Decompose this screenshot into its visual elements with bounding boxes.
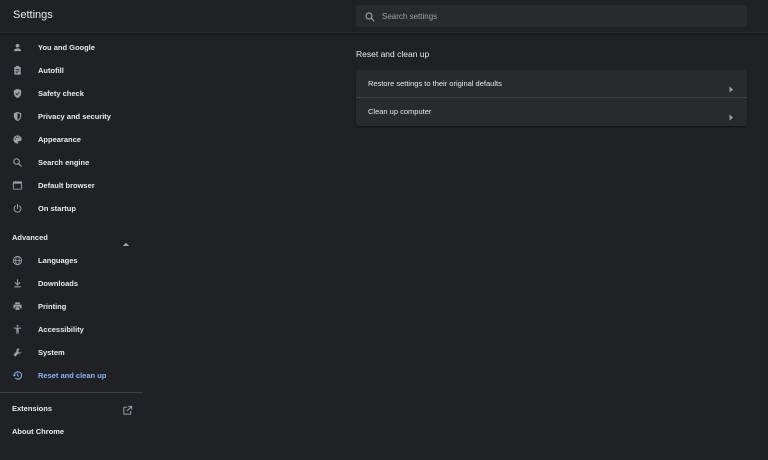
open-in-new-icon — [122, 403, 133, 415]
search-icon — [12, 157, 23, 168]
sidebar-item-label: Languages — [38, 256, 78, 265]
sidebar-item-label: Reset and clean up — [38, 371, 107, 380]
settings-app: Settings You and Google Autofill Sa — [0, 0, 768, 460]
sidebar-item-default-browser[interactable]: Default browser — [0, 174, 143, 197]
sidebar-item-reset-and-clean-up[interactable]: Reset and clean up — [0, 364, 143, 387]
sidebar-item-label: System — [38, 348, 65, 357]
extensions-label: Extensions — [12, 404, 53, 413]
sidebar-item-label: Privacy and security — [38, 112, 111, 121]
person-icon — [12, 42, 23, 53]
arrow-right-icon — [728, 80, 734, 93]
sidebar-item-autofill[interactable]: Autofill — [0, 59, 143, 82]
sidebar-item-search-engine[interactable]: Search engine — [0, 151, 143, 174]
sidebar-item-label: On startup — [38, 204, 76, 213]
clean-up-computer-row[interactable]: Clean up computer — [356, 98, 747, 125]
sidebar-item-about-chrome[interactable]: About Chrome — [0, 420, 143, 443]
sidebar-item-label: You and Google — [38, 43, 95, 52]
sidebar-item-downloads[interactable]: Downloads — [0, 272, 143, 295]
accessibility-icon — [12, 324, 23, 335]
search-icon — [364, 10, 376, 22]
shield-lock-icon — [12, 111, 23, 122]
sidebar-item-label: Downloads — [38, 279, 79, 288]
search-input[interactable] — [382, 5, 737, 27]
about-chrome-label: About Chrome — [12, 427, 65, 436]
sidebar-divider — [0, 392, 143, 393]
download-icon — [12, 278, 23, 289]
power-icon — [12, 203, 23, 214]
advanced-label: Advanced — [12, 233, 48, 242]
palette-icon — [12, 134, 23, 145]
sidebar-item-system[interactable]: System — [0, 341, 143, 364]
search-box[interactable] — [356, 5, 747, 27]
restore-icon — [12, 370, 23, 381]
row-label: Restore settings to their original defau… — [368, 79, 502, 88]
header-bar: Settings — [0, 0, 768, 33]
sidebar-item-printing[interactable]: Printing — [0, 295, 143, 318]
sidebar-item-label: Search engine — [38, 158, 90, 167]
sidebar-item-label: Safety check — [38, 89, 84, 98]
app-title: Settings — [13, 9, 53, 21]
sidebar-item-safety-check[interactable]: Safety check — [0, 82, 143, 105]
sidebar-item-label: Accessibility — [38, 325, 84, 334]
advanced-section-toggle[interactable]: Advanced — [0, 226, 143, 249]
sidebar-item-on-startup[interactable]: On startup — [0, 197, 143, 220]
sidebar-item-label: Default browser — [38, 181, 95, 190]
sidebar-item-you-and-google[interactable]: You and Google — [0, 36, 143, 59]
section-title: Reset and clean up — [356, 49, 430, 59]
arrow-right-icon — [728, 108, 734, 121]
row-label: Clean up computer — [368, 107, 432, 116]
chevron-up-icon — [122, 234, 130, 247]
browser-window-icon — [12, 180, 23, 191]
restore-defaults-row[interactable]: Restore settings to their original defau… — [356, 70, 747, 97]
sidebar-item-languages[interactable]: Languages — [0, 249, 143, 272]
shield-check-icon — [12, 88, 23, 99]
sidebar-item-appearance[interactable]: Appearance — [0, 128, 143, 151]
reset-card: Restore settings to their original defau… — [356, 70, 747, 126]
sidebar-item-extensions[interactable]: Extensions — [0, 397, 143, 420]
sidebar-item-label: Printing — [38, 302, 67, 311]
sidebar-item-label: Autofill — [38, 66, 64, 75]
printer-icon — [12, 301, 23, 312]
sidebar-item-accessibility[interactable]: Accessibility — [0, 318, 143, 341]
sidebar-item-label: Appearance — [38, 135, 81, 144]
sidebar-item-privacy-and-security[interactable]: Privacy and security — [0, 105, 143, 128]
wrench-icon — [12, 347, 23, 358]
clipboard-icon — [12, 65, 23, 76]
globe-icon — [12, 255, 23, 266]
